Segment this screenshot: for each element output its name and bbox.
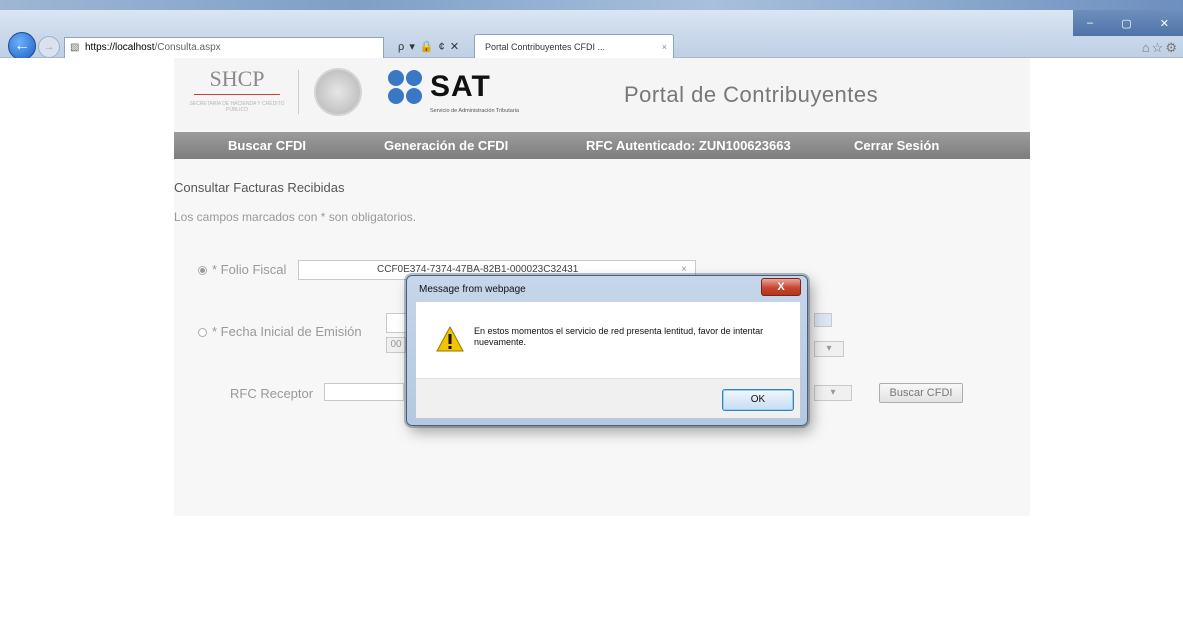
section-title: Consultar Facturas Recibidas — [174, 180, 345, 195]
browser-tab[interactable]: Portal Contribuyentes CFDI ... × — [474, 34, 674, 60]
dialog-message: En estos momentos el servicio de red pre… — [474, 326, 764, 347]
rfc-receptor-label: RFC Receptor — [230, 386, 314, 401]
national-seal-icon — [314, 68, 362, 116]
portal-title: Portal de Contribuyentes — [624, 82, 879, 107]
forward-button[interactable]: → — [38, 36, 60, 58]
folio-fiscal-value: CCF0E374-7374-47BA-82B1-000023C32431 — [377, 264, 579, 275]
tab-title: Portal Contribuyentes CFDI ... — [485, 42, 606, 52]
forward-arrow-icon: → — [43, 41, 55, 53]
shcp-logo: SHCP SECRETARÍA DE HACIENDA Y CRÉDITO PÚ… — [188, 66, 286, 120]
minute-select[interactable]: ▾ — [814, 341, 844, 357]
browser-toolbar: – ▢ ✕ ← → ▧ https://localhost/Consulta.a… — [0, 10, 1183, 60]
portal-header: SHCP SECRETARÍA DE HACIENDA Y CRÉDITO PÚ… — [174, 58, 1030, 130]
sat-logo-subtext: Servicio de Administración Tributaria — [430, 108, 519, 114]
page-icon: ▧ — [70, 42, 80, 53]
window-controls: – ▢ ✕ — [1073, 10, 1183, 36]
nav-generacion-cfdi[interactable]: Generación de CFDI — [384, 138, 508, 153]
address-tools[interactable]: ρ ▾ 🔒 ¢ ✕ — [398, 40, 460, 53]
fecha-radio[interactable] — [198, 328, 207, 337]
back-arrow-icon: ← — [14, 37, 30, 54]
main-navbar: Buscar CFDI Generación de CFDI RFC Auten… — [174, 132, 1030, 159]
calendar-icon[interactable] — [814, 313, 832, 327]
shcp-logo-underline — [194, 94, 280, 95]
folio-fiscal-radio[interactable] — [198, 266, 207, 275]
dialog-close-button[interactable]: X — [761, 278, 801, 296]
ok-button[interactable]: OK — [722, 389, 794, 411]
dialog-footer: OK — [416, 378, 800, 418]
message-dialog: Message from webpage X En estos momentos… — [406, 275, 808, 426]
shcp-logo-text: SHCP — [209, 66, 265, 91]
address-path: /Consulta.aspx — [154, 42, 221, 53]
window-titlebar — [0, 0, 1183, 10]
nav-cerrar-sesion[interactable]: Cerrar Sesión — [854, 138, 939, 153]
buscar-cfdi-button[interactable]: Buscar CFDI — [879, 383, 963, 403]
warning-icon — [436, 326, 464, 352]
hour-select[interactable]: 00 — [386, 337, 406, 353]
minimize-button[interactable]: – — [1087, 17, 1093, 29]
maximize-button[interactable]: ▢ — [1121, 17, 1131, 30]
shcp-logo-subtext: SECRETARÍA DE HACIENDA Y CRÉDITO PÚBLICO — [189, 101, 285, 113]
nav-rfc-autenticado: RFC Autenticado: ZUN100623663 — [586, 138, 791, 153]
fecha-inicial-label: * Fecha Inicial de Emisión — [212, 324, 362, 339]
close-window-button[interactable]: ✕ — [1160, 17, 1169, 30]
address-host: localhost — [115, 42, 155, 53]
estado-select[interactable]: ▾ — [814, 385, 852, 401]
address-protocol: https:// — [85, 42, 116, 53]
required-note: Los campos marcados con * son obligatori… — [174, 210, 417, 224]
address-bar[interactable]: ▧ https://localhost/Consulta.aspx — [64, 37, 384, 59]
logo-divider — [298, 70, 299, 114]
dialog-body: En estos momentos el servicio de red pre… — [416, 302, 800, 378]
tab-close-icon[interactable]: × — [662, 35, 667, 59]
sat-dots-icon — [388, 70, 426, 108]
back-button[interactable]: ← — [8, 32, 36, 60]
home-favorites-icons[interactable]: ⌂☆⚙ — [1142, 40, 1179, 56]
nav-buscar-cfdi[interactable]: Buscar CFDI — [228, 138, 306, 153]
dialog-title: Message from webpage — [419, 284, 526, 295]
rfc-receptor-input[interactable] — [324, 383, 404, 401]
folio-fiscal-label: * Folio Fiscal — [212, 262, 287, 277]
sat-logo-text: SAT — [430, 70, 491, 103]
